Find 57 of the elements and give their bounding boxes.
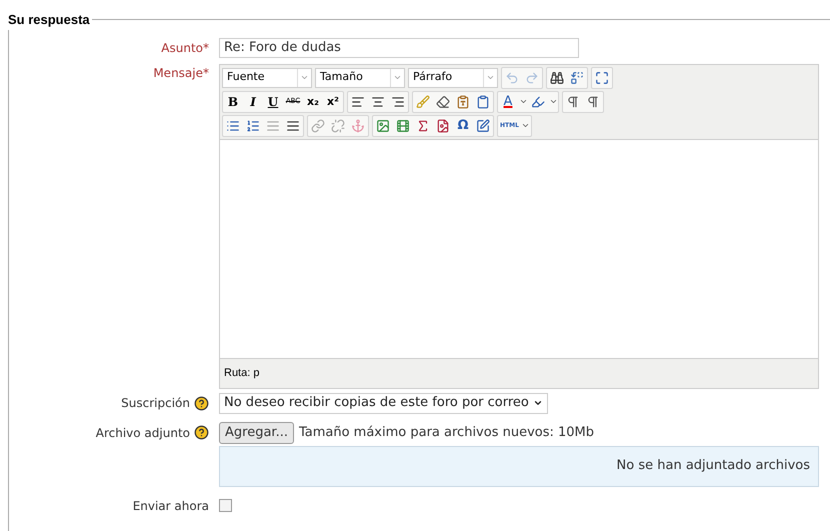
find-icon <box>550 70 564 84</box>
image-icon <box>376 118 390 132</box>
element-path: Ruta: p <box>224 366 260 381</box>
fullscreen-icon <box>595 70 609 84</box>
align-left-icon <box>351 94 365 108</box>
message-label: Mensaje* <box>153 66 209 80</box>
edit-icon <box>476 118 490 132</box>
replace-icon <box>570 70 584 84</box>
caret-icon <box>300 73 309 82</box>
film-icon <box>396 118 410 132</box>
align-center-icon <box>371 94 385 108</box>
no-files-text: No se han adjuntado archivos <box>616 457 810 476</box>
equation-icon <box>416 118 430 132</box>
text-color-button[interactable]: A <box>498 92 518 112</box>
help-icon[interactable] <box>194 425 209 440</box>
picture-icon <box>436 118 450 132</box>
editor-dropdown[interactable]: Párrafo <box>408 68 498 88</box>
redo-icon <box>525 70 539 84</box>
section-title: Su respuesta <box>8 11 91 29</box>
subject-field[interactable]: Re: Foro de dudas <box>219 38 579 58</box>
subscript-button[interactable]: x₂ <box>303 92 323 112</box>
editor-dropdown[interactable]: Fuente <box>222 68 312 88</box>
caret-icon <box>548 97 558 106</box>
underline-button[interactable]: U <box>263 92 283 112</box>
send-now-label: Enviar ahora <box>132 498 209 512</box>
subscription-dropdown[interactable]: No deseo recibir copias de este foro por correo <box>219 392 548 414</box>
editor-dropdown[interactable]: Tamaño <box>315 68 405 88</box>
undo-icon <box>505 70 519 84</box>
numbered-list-icon <box>246 118 260 132</box>
link-icon <box>311 118 325 132</box>
bulleted-list-icon <box>226 118 240 132</box>
highlight-icon <box>531 94 545 108</box>
align-right-icon <box>391 94 405 108</box>
italic-button[interactable]: I <box>243 92 263 112</box>
caret-icon <box>521 121 530 130</box>
subject-label: Asunto* <box>161 40 209 54</box>
caret-icon <box>486 73 495 82</box>
paste-icon <box>476 94 490 108</box>
add-file-button[interactable]: Agregar... <box>219 422 294 444</box>
pilcrow-icon <box>586 94 600 108</box>
caret-icon <box>393 73 402 82</box>
unlink-icon <box>331 118 345 132</box>
help-icon[interactable] <box>194 396 209 410</box>
paste-text-icon <box>456 94 470 108</box>
attachment-label: Archivo adjunto <box>96 424 190 442</box>
bold-button[interactable]: B <box>223 92 243 112</box>
send-now-checkbox[interactable] <box>219 499 232 512</box>
anchor-icon <box>351 118 365 132</box>
subscription-label: Suscripción <box>121 395 190 412</box>
caret-icon <box>518 97 528 106</box>
pilcrow-icon <box>566 94 580 108</box>
superscript-button[interactable]: x² <box>323 92 343 112</box>
special-character-button[interactable]: Ω <box>453 116 473 136</box>
max-size-text: Tamaño máximo para archivos nuevos: 10Mb <box>298 424 594 442</box>
caret-icon <box>532 398 543 408</box>
brush-icon <box>416 94 430 108</box>
eraser-icon <box>436 94 450 108</box>
